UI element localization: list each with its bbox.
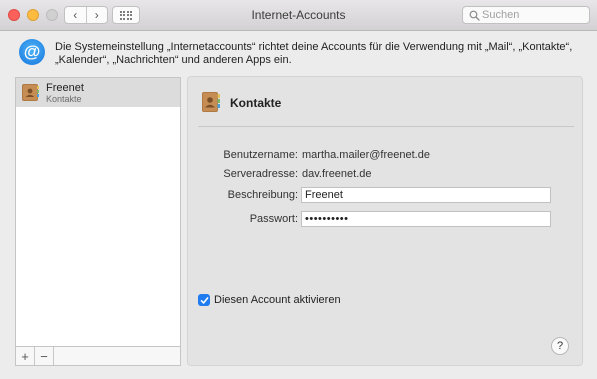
search-input[interactable] [482,9,582,21]
server-value: dav.freenet.de [302,168,372,180]
contacts-book-icon [201,91,221,113]
account-name: Freenet [46,82,84,94]
username-label: Benutzername: [223,149,298,161]
enable-account-row: Diesen Account aktivieren [198,294,341,306]
description-label: Beschreibung: [227,189,298,201]
sidebar-footer: + − [15,347,181,366]
description-text: Die Systemeinstellung „Internetaccounts“… [55,41,573,66]
password-field[interactable] [301,211,551,227]
remove-account-button[interactable]: − [35,347,54,365]
account-item-freenet[interactable]: Freenet Kontakte [16,78,180,107]
contacts-book-icon [21,83,40,102]
account-detail-panel: Kontakte Benutzername: martha.mailer@fre… [187,76,583,366]
server-label: Serveradresse: [223,168,298,180]
checkmark-icon [200,296,208,304]
panel-title: Kontakte [230,96,282,110]
add-account-button[interactable]: + [16,347,35,365]
password-label: Passwort: [249,213,298,225]
help-button[interactable]: ? [551,337,569,355]
enable-account-label: Diesen Account aktivieren [214,294,341,306]
description-field[interactable] [301,187,551,203]
divider [198,126,574,127]
enable-account-checkbox[interactable] [198,294,210,306]
titlebar: ‹ › Internet-Accounts [0,0,597,31]
username-value: martha.mailer@freenet.de [302,149,430,161]
account-type: Kontakte [46,94,82,104]
internet-accounts-at-icon: @ [19,39,45,65]
search-field[interactable] [462,6,590,24]
internet-accounts-window: ‹ › Internet-Accounts @ Die S [0,0,597,379]
accounts-list: Freenet Kontakte [15,77,181,347]
search-icon [466,10,482,21]
